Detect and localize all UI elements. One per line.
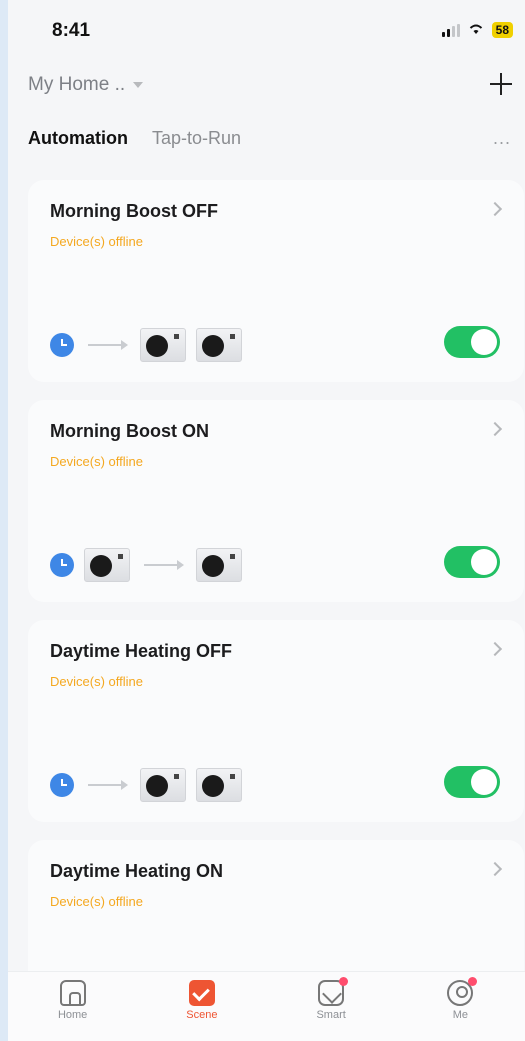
nav-me[interactable]: Me (425, 972, 495, 1041)
notification-badge (339, 977, 349, 986)
automation-toggle[interactable] (444, 766, 500, 798)
clock-icon (50, 773, 74, 797)
home-selector-label: My Home .. (28, 74, 126, 95)
automation-flow (50, 768, 242, 802)
more-options-button[interactable]: ... (493, 128, 511, 149)
chevron-down-icon (133, 82, 144, 88)
home-selector[interactable]: My Home .. (28, 74, 144, 96)
status-time: 8:41 (52, 20, 91, 41)
heat-pump-icon (196, 768, 242, 802)
nav-label: Me (452, 1009, 469, 1021)
phone-screen: 8:41 58 My Home .. Automation Tap-to-Run… (8, 0, 525, 1041)
signal-icon (441, 23, 460, 37)
automation-toggle[interactable] (444, 546, 500, 578)
nav-smart[interactable]: Smart (296, 972, 366, 1041)
automation-card[interactable]: Daytime Heating OFF Device(s) offline (28, 620, 524, 822)
add-button[interactable] (487, 70, 515, 98)
automation-status: Device(s) offline (50, 674, 143, 689)
automation-status: Device(s) offline (50, 454, 143, 469)
chevron-right-icon (487, 861, 503, 877)
nav-home[interactable]: Home (38, 972, 108, 1041)
automation-toggle[interactable] (444, 326, 500, 358)
automation-title: Daytime Heating ON (50, 861, 224, 881)
arrow-right-icon (88, 780, 128, 790)
nav-label: Scene (186, 1009, 218, 1021)
scene-tabs: Automation Tap-to-Run (28, 128, 241, 149)
nav-scene[interactable]: Scene (167, 972, 237, 1041)
automation-card[interactable]: Morning Boost OFF Device(s) offline (28, 180, 524, 382)
chevron-right-icon (487, 641, 503, 657)
home-icon (59, 980, 86, 1006)
status-indicators: 58 (441, 22, 513, 38)
wifi-icon (468, 22, 484, 38)
arrow-right-icon (88, 340, 128, 350)
automation-flow (50, 328, 242, 362)
automation-title: Morning Boost OFF (50, 201, 218, 221)
automation-flow (50, 548, 242, 582)
tab-tap-to-run[interactable]: Tap-to-Run (152, 128, 241, 149)
automation-status: Device(s) offline (50, 894, 143, 909)
nav-label: Home (57, 1009, 88, 1021)
chevron-right-icon (487, 421, 503, 437)
heat-pump-icon (84, 548, 130, 582)
automation-title: Daytime Heating OFF (50, 641, 233, 661)
heat-pump-icon (140, 328, 186, 362)
clock-icon (50, 333, 74, 357)
bottom-nav: Home Scene Smart Me (8, 971, 525, 1041)
nav-label: Smart (316, 1009, 346, 1021)
automation-status: Device(s) offline (50, 234, 143, 249)
tab-automation[interactable]: Automation (28, 128, 128, 149)
automation-card[interactable]: Morning Boost ON Device(s) offline (28, 400, 524, 602)
chevron-right-icon (487, 201, 503, 217)
clock-icon (50, 553, 74, 577)
arrow-right-icon (144, 560, 184, 570)
status-bar: 8:41 58 (8, 0, 525, 56)
automation-title: Morning Boost ON (50, 421, 209, 441)
notification-badge (468, 977, 478, 986)
automation-list: Morning Boost OFF Device(s) offline Morn… (28, 180, 524, 1018)
battery-indicator: 58 (491, 22, 513, 38)
heat-pump-icon (196, 548, 242, 582)
scene-icon (188, 980, 215, 1006)
heat-pump-icon (196, 328, 242, 362)
heat-pump-icon (140, 768, 186, 802)
